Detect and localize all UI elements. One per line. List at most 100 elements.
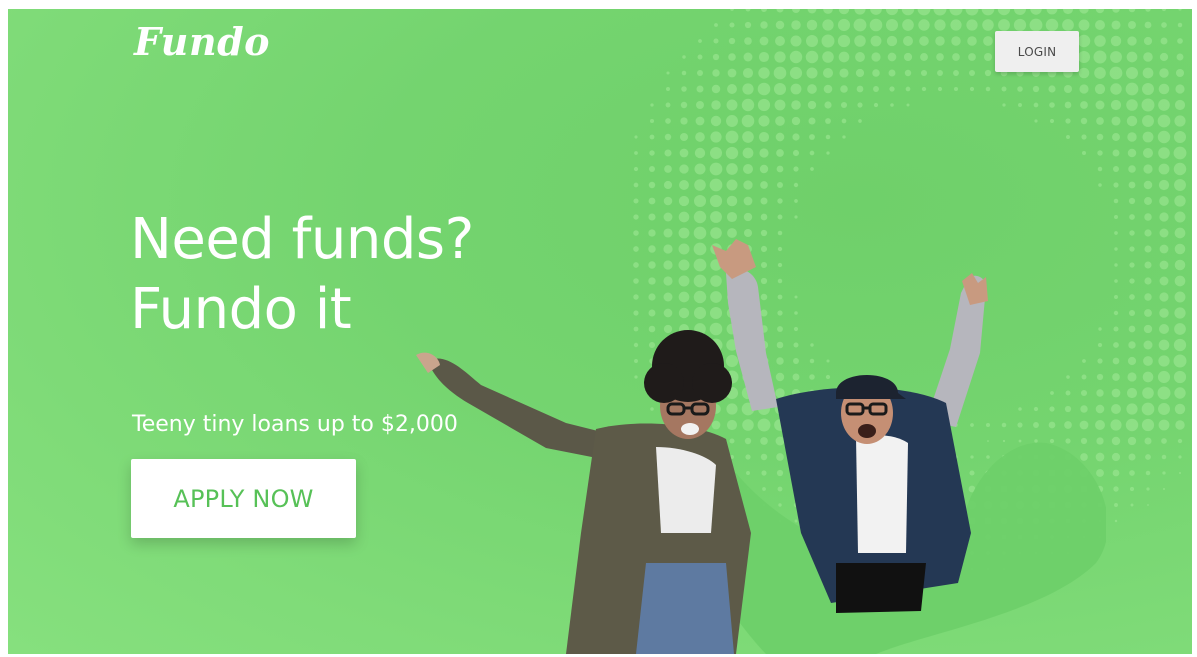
- halftone-dot: [1032, 85, 1040, 93]
- halftone-dot: [951, 36, 961, 46]
- halftone-dot: [1144, 309, 1152, 317]
- halftone-dot: [681, 86, 687, 92]
- halftone-dot: [634, 151, 638, 155]
- halftone-dot: [1014, 9, 1026, 15]
- halftone-dot: [885, 18, 899, 32]
- halftone-dot: [1125, 82, 1139, 96]
- halftone-dot: [1128, 309, 1136, 317]
- halftone-dot: [1113, 326, 1119, 332]
- halftone-dot: [775, 132, 785, 142]
- halftone-dot: [1065, 118, 1071, 124]
- halftone-dot: [1143, 52, 1153, 62]
- halftone-dot: [920, 53, 928, 61]
- halftone-dot: [1127, 132, 1137, 142]
- halftone-dot: [1111, 436, 1121, 446]
- halftone-dot: [681, 70, 687, 76]
- halftone-dot: [1159, 196, 1169, 206]
- login-button[interactable]: LOGIN: [995, 31, 1079, 72]
- halftone-dot: [1129, 486, 1135, 492]
- halftone-dot: [633, 166, 639, 172]
- halftone-dot: [1095, 100, 1105, 110]
- halftone-dot: [713, 38, 719, 44]
- halftone-dot: [889, 86, 895, 92]
- halftone-dot: [1175, 68, 1185, 78]
- halftone-dot: [665, 118, 671, 124]
- halftone-dot: [743, 180, 753, 190]
- halftone-dot: [665, 102, 671, 108]
- halftone-dot: [825, 134, 831, 140]
- halftone-dot: [792, 149, 800, 157]
- halftone-dot: [1143, 164, 1153, 174]
- halftone-dot: [856, 85, 864, 93]
- halftone-dot: [1093, 50, 1107, 64]
- halftone-dot: [1094, 67, 1106, 79]
- halftone-dot: [709, 162, 723, 176]
- halftone-dot: [934, 19, 946, 31]
- halftone-dot: [1034, 119, 1038, 123]
- halftone-dot: [680, 117, 688, 125]
- halftone-dot: [663, 180, 673, 190]
- halftone-dot: [1097, 166, 1103, 172]
- halftone-dot: [1125, 418, 1139, 432]
- halftone-dot: [1129, 230, 1135, 236]
- halftone-dot: [1018, 103, 1022, 107]
- halftone-dot: [1161, 9, 1167, 12]
- halftone-dot: [1064, 101, 1072, 109]
- halftone-dot: [1143, 340, 1153, 350]
- halftone-dot: [807, 84, 817, 94]
- halftone-dot: [693, 210, 707, 224]
- halftone-dot: [712, 69, 720, 77]
- halftone-dot: [1157, 114, 1171, 128]
- apply-now-button[interactable]: APPLY NOW: [131, 459, 356, 538]
- halftone-dot: [664, 149, 672, 157]
- halftone-dot: [759, 148, 769, 158]
- halftone-dot: [1158, 339, 1170, 351]
- halftone-dot: [648, 181, 656, 189]
- halftone-dot: [1161, 22, 1167, 28]
- halftone-dot: [742, 131, 754, 143]
- halftone-dot: [1096, 117, 1104, 125]
- halftone-dot: [953, 70, 959, 76]
- halftone-dot: [857, 102, 863, 108]
- halftone-dot: [1158, 99, 1170, 111]
- halftone-dot: [825, 118, 831, 124]
- halftone-dot: [1174, 307, 1186, 319]
- halftone-dot: [1081, 134, 1087, 140]
- halftone-dot: [1161, 454, 1167, 460]
- halftone-dot: [728, 53, 736, 61]
- halftone-dot: [1161, 438, 1167, 444]
- halftone-dot: [1110, 419, 1122, 431]
- halftone-dot: [1111, 404, 1121, 414]
- halftone-dot: [1173, 370, 1187, 384]
- halftone-dot: [1113, 310, 1119, 316]
- halftone-dot: [1174, 211, 1186, 223]
- halftone-dot: [726, 163, 738, 175]
- halftone-dot: [1174, 291, 1186, 303]
- halftone-dot: [775, 116, 785, 126]
- halftone-dot: [1127, 356, 1137, 366]
- fundo-logo[interactable]: Fundo: [134, 23, 270, 61]
- halftone-dot: [968, 69, 976, 77]
- halftone-dot: [776, 181, 784, 189]
- halftone-dot: [793, 182, 799, 188]
- halftone-dot: [1144, 229, 1152, 237]
- halftone-dot: [791, 100, 801, 110]
- halftone-dot: [969, 86, 975, 92]
- halftone-dot: [966, 19, 978, 31]
- halftone-dot: [936, 53, 944, 61]
- halftone-dot: [1129, 278, 1135, 284]
- halftone-dot: [1144, 245, 1152, 253]
- halftone-dot: [1112, 133, 1120, 141]
- halftone-dot: [1112, 9, 1120, 13]
- halftone-dot: [712, 53, 720, 61]
- halftone-dot: [840, 101, 848, 109]
- halftone-dot: [1112, 149, 1120, 157]
- halftone-dot: [1142, 131, 1154, 143]
- halftone-dot: [728, 37, 736, 45]
- halftone-dot: [1127, 372, 1137, 382]
- halftone-dot: [1094, 35, 1106, 47]
- halftone-dot: [1126, 403, 1138, 415]
- halftone-dot: [730, 9, 734, 11]
- halftone-dot: [1173, 338, 1187, 352]
- halftone-dot: [709, 194, 723, 208]
